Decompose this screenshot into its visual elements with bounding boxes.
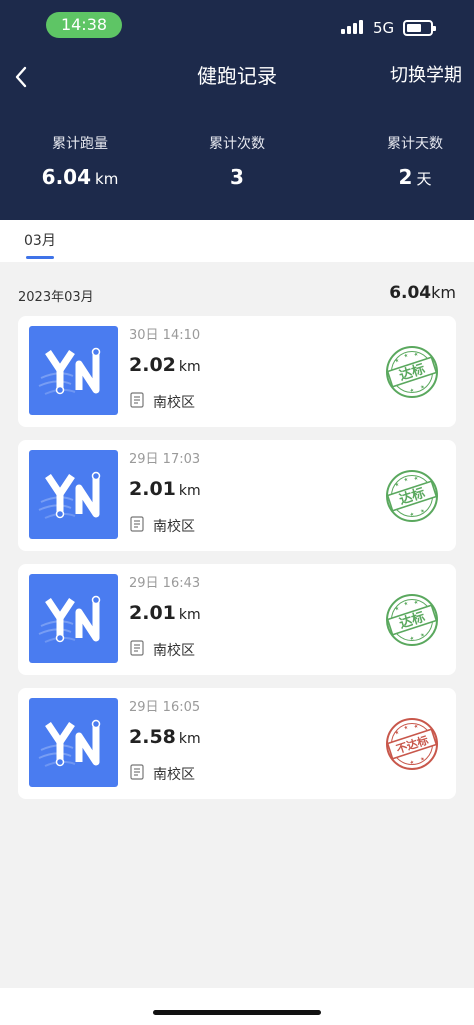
svg-text:★: ★ <box>409 759 416 766</box>
header: 14:38 5G 健跑记录 切换学期 累计跑量 6.04 km 累计次数 3 累计… <box>0 0 474 220</box>
app-logo-icon <box>29 574 118 663</box>
stat-total-count: 累计次数 3 <box>196 134 278 190</box>
record-campus: 南校区 <box>153 767 195 783</box>
svg-text:★: ★ <box>394 357 401 364</box>
app-logo-icon <box>29 450 118 539</box>
document-icon <box>130 764 144 780</box>
record-distance: 2.58 km <box>129 726 201 748</box>
month-tabs: 03月 <box>0 220 474 262</box>
app-logo-icon <box>29 326 118 415</box>
record-card[interactable]: 29日 16:05 2.58 km 南校区 不达标 ★ ★ ★ ★ ★ <box>18 688 456 799</box>
record-campus: 南校区 <box>153 643 195 659</box>
stat-label: 累计次数 <box>209 136 265 152</box>
stat-value: 2天 <box>398 165 432 189</box>
tab-month[interactable]: 03月 <box>24 232 56 250</box>
svg-text:★: ★ <box>403 600 410 607</box>
svg-text:★: ★ <box>394 481 401 488</box>
record-campus: 南校区 <box>153 395 195 411</box>
svg-text:★: ★ <box>394 605 401 612</box>
home-indicator[interactable] <box>153 1010 321 1015</box>
status-stamp-label: 达标 <box>397 609 427 632</box>
stat-total-distance: 累计跑量 6.04 km <box>40 134 120 192</box>
status-stamp-label: 达标 <box>397 485 427 508</box>
record-distance: 2.02 km <box>129 354 201 376</box>
record-card[interactable]: 29日 17:03 2.01 km 南校区 达标 ★ ★ ★ ★ ★ <box>18 440 456 551</box>
record-campus: 南校区 <box>153 519 195 535</box>
stat-label: 累计跑量 <box>52 136 108 152</box>
network-label: 5G <box>373 19 395 37</box>
signal-icon <box>341 18 367 34</box>
app-logo-icon <box>29 698 118 787</box>
record-time: 29日 17:03 <box>129 452 201 467</box>
stat-total-days: 累计天数 2天 <box>374 134 456 192</box>
svg-text:★: ★ <box>403 352 410 359</box>
svg-text:★: ★ <box>409 387 416 394</box>
svg-text:★: ★ <box>394 729 401 736</box>
month-total: 6.04km <box>389 283 456 303</box>
record-time: 29日 16:05 <box>129 700 201 715</box>
switch-semester-button[interactable]: 切换学期 <box>390 63 462 89</box>
svg-text:★: ★ <box>403 724 410 731</box>
svg-text:★: ★ <box>409 511 416 518</box>
svg-text:★: ★ <box>409 635 416 642</box>
status-stamp-icon: 达标 ★ ★ ★ ★ ★ <box>386 470 438 522</box>
record-distance: 2.01 km <box>129 602 201 624</box>
stat-label: 累计天数 <box>387 136 443 152</box>
status-stamp-icon: 达标 ★ ★ ★ ★ ★ <box>386 594 438 646</box>
document-icon <box>130 640 144 656</box>
status-stamp-icon: 不达标 ★ ★ ★ ★ ★ <box>386 718 438 770</box>
record-time: 30日 14:10 <box>129 328 201 343</box>
document-icon <box>130 516 144 532</box>
record-distance: 2.01 km <box>129 478 201 500</box>
stat-value: 6.04 km <box>41 165 119 189</box>
month-label: 2023年03月 <box>18 290 94 305</box>
status-stamp-label: 达标 <box>397 361 427 384</box>
record-card[interactable]: 29日 16:43 2.01 km 南校区 达标 ★ ★ ★ ★ ★ <box>18 564 456 675</box>
svg-text:★: ★ <box>403 476 410 483</box>
bottom-area <box>0 988 474 1025</box>
document-icon <box>130 392 144 408</box>
record-time: 29日 16:43 <box>129 576 201 591</box>
record-card[interactable]: 30日 14:10 2.02 km 南校区 达标 ★ ★ ★ ★ ★ <box>18 316 456 427</box>
battery-icon <box>403 20 436 36</box>
stat-value: 3 <box>230 165 244 189</box>
tab-active-indicator <box>26 256 54 259</box>
status-stamp-icon: 达标 ★ ★ ★ ★ ★ <box>386 346 438 398</box>
status-time: 14:38 <box>46 12 122 38</box>
